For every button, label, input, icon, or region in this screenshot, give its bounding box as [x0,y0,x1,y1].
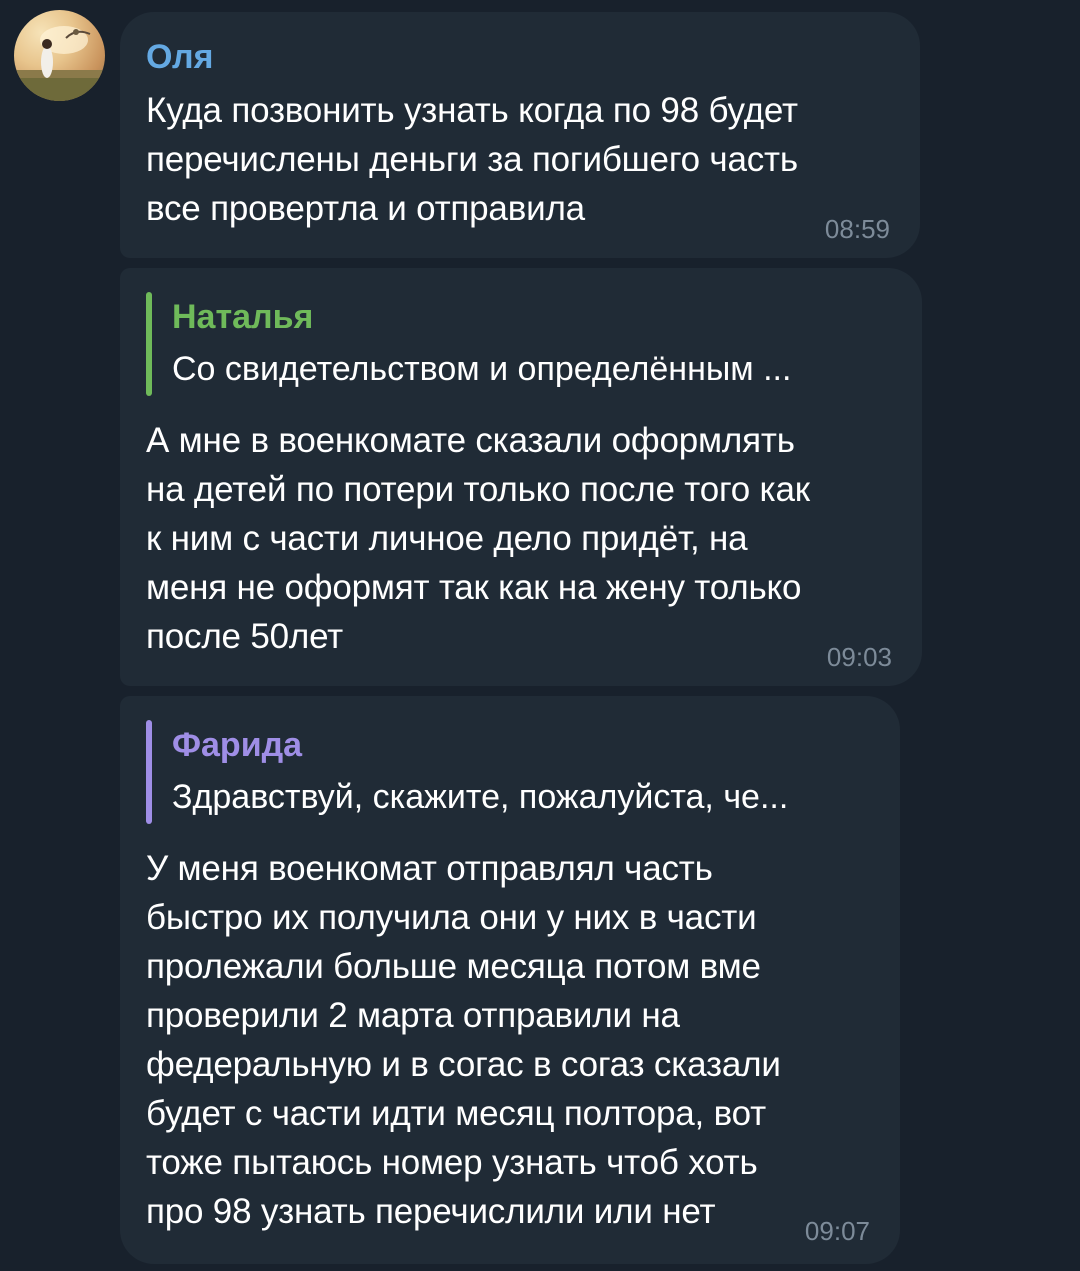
sender-name[interactable]: Оля [146,38,213,77]
reply-accent-bar [146,292,152,396]
message-time: 09:03 [826,642,892,672]
reply-sender-name: Фарида [172,726,303,764]
reply-preview[interactable]: Фарида Здравствуй, скажите, пожалуйста, … [146,720,876,824]
message-bubble[interactable]: Фарида Здравствуй, скажите, пожалуйста, … [120,696,900,1264]
avatar[interactable] [14,10,105,101]
reply-accent-bar [146,720,152,824]
avatar-photo [14,26,105,101]
message-text: Куда позвонить узнать когда по 98 будет … [146,91,798,228]
message-bubble[interactable]: Оля Куда позвонить узнать когда по 98 бу… [120,12,920,258]
reply-preview[interactable]: Наталья Со свидетельством и определённым… [146,292,898,396]
reply-text: Здравствуй, скажите, пожалуйста, че... [172,778,789,816]
message-text: У меня военкомат отправлял часть быстро … [146,849,781,1231]
message-time: 09:07 [804,1216,870,1246]
message-time: 08:59 [824,214,890,244]
reply-sender-name: Наталья [172,298,314,336]
message-text: А мне в военкомате сказали оформлять на … [146,421,810,656]
message-bubble[interactable]: Наталья Со свидетельством и определённым… [120,268,922,686]
reply-text: Со свидетельством и определённым ... [172,350,792,388]
chat-history[interactable]: Оля Куда позвонить узнать когда по 98 бу… [0,0,1080,1271]
